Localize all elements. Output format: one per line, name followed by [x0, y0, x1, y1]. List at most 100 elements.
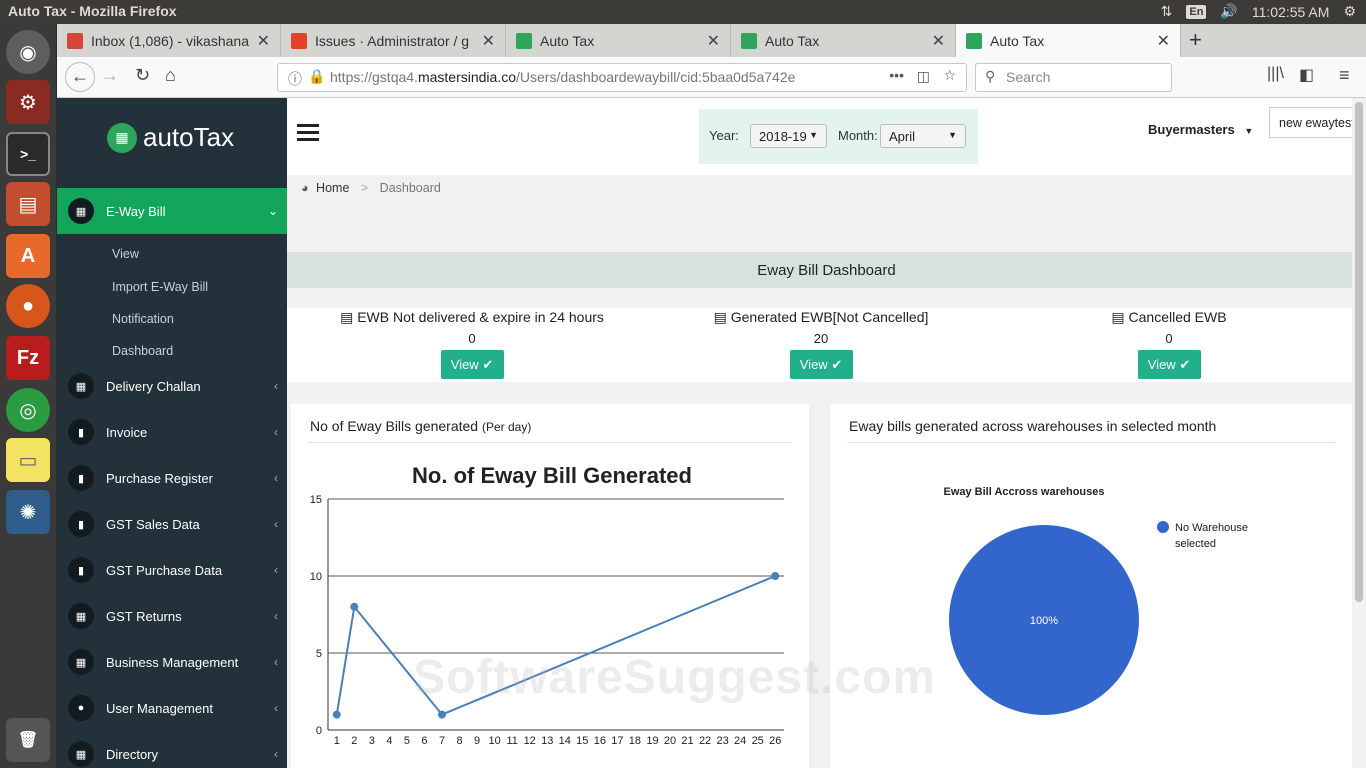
- clock[interactable]: 11:02:55 AM: [1252, 4, 1330, 20]
- sidebar-item-e-way-bill[interactable]: ▦ E-Way Bill ⌄: [57, 188, 287, 234]
- pocket-icon[interactable]: ◫: [916, 68, 930, 85]
- tab-autotax-1[interactable]: Auto Tax ✕: [506, 24, 731, 57]
- back-arrow-icon[interactable]: ←: [65, 62, 95, 92]
- chevron-left-icon: ‹: [274, 379, 278, 393]
- sticky-notes-icon[interactable]: ▭: [6, 438, 50, 482]
- sidebar-item-invoice[interactable]: ▮ Invoice ‹: [57, 409, 287, 455]
- close-tab-icon[interactable]: ✕: [1157, 31, 1170, 51]
- calendar-icon: ▦: [68, 741, 94, 767]
- sidebar-item-gst-sales-data[interactable]: ▮ GST Sales Data ‹: [57, 501, 287, 547]
- hamburger-menu-icon[interactable]: ≡: [1339, 65, 1350, 86]
- tab-gitlab[interactable]: Issues · Administrator / g ✕: [281, 24, 506, 57]
- search-placeholder: Search: [1006, 69, 1051, 85]
- x-tick-label: 9: [474, 735, 480, 747]
- sidebar-subitem-import-e-way-bill[interactable]: Import E-Way Bill: [112, 280, 208, 294]
- firefox-icon[interactable]: ●: [6, 284, 50, 328]
- bookmark-star-icon[interactable]: ☆: [943, 67, 956, 84]
- sidebar-item-purchase-register[interactable]: ▮ Purchase Register ‹: [57, 455, 287, 501]
- file-manager-icon[interactable]: ▤: [6, 182, 50, 226]
- app-header: Year: 2018-19 ▼ Month: April ▼ Buyermast…: [287, 98, 1366, 175]
- user-menu[interactable]: Buyermasters ▼: [1148, 122, 1253, 137]
- scrollbar-thumb[interactable]: [1355, 102, 1363, 602]
- tab-autotax-2[interactable]: Auto Tax ✕: [731, 24, 956, 57]
- url-bar[interactable]: ⓘ 🔒 https://gstqa4.mastersindia.co/Users…: [277, 63, 967, 92]
- year-select[interactable]: 2018-19 ▼: [750, 124, 827, 148]
- breadcrumb-home[interactable]: Home: [316, 181, 349, 195]
- sidebar-subitem-view[interactable]: View: [112, 247, 139, 261]
- library-icon[interactable]: |||\: [1267, 65, 1284, 83]
- software-center-icon[interactable]: A: [6, 234, 50, 278]
- sidebar-item-gst-purchase-data[interactable]: ▮ GST Purchase Data ‹: [57, 547, 287, 593]
- window-title: Auto Tax - Mozilla Firefox: [8, 3, 177, 19]
- lock-icon: 🔒: [308, 68, 326, 84]
- sidebar-subitem-notification[interactable]: Notification: [112, 312, 174, 326]
- sidebar-item-label: GST Returns: [106, 608, 182, 624]
- page-scrollbar[interactable]: [1352, 98, 1366, 768]
- autotax-favicon: [966, 32, 982, 49]
- forward-arrow-icon[interactable]: →: [101, 65, 119, 86]
- stat-value: 0: [1165, 331, 1173, 346]
- month-label: Month:: [838, 128, 878, 143]
- pie-title: Eway Bill Accross warehouses: [944, 486, 1105, 498]
- chrome-icon[interactable]: ◎: [6, 388, 50, 432]
- x-tick-label: 7: [439, 735, 445, 747]
- book-icon: ▤: [340, 309, 358, 325]
- data-point: [771, 572, 780, 580]
- search-input[interactable]: ⚲ Search: [975, 63, 1172, 92]
- url-path: /Users/dashboardewaybill/cid:5baa0d5a742…: [516, 69, 796, 85]
- autotax-logo[interactable]: ▦ autoTax: [107, 122, 234, 153]
- panel-title: No of Eway Bills generated (Per day): [310, 418, 531, 434]
- tab-gmail[interactable]: Inbox (1,086) - vikashana ✕: [57, 24, 281, 57]
- ubuntu-dash-icon[interactable]: ◉: [6, 30, 50, 74]
- view-button[interactable]: View ✔: [440, 350, 504, 379]
- breadcrumb-current: Dashboard: [379, 181, 441, 195]
- site-info-icon[interactable]: ⓘ: [288, 69, 302, 89]
- system-settings-icon[interactable]: ⚙: [6, 80, 50, 124]
- user-name: Buyermasters: [1148, 122, 1235, 137]
- sidebar-item-user-management[interactable]: ● User Management ‹: [57, 685, 287, 731]
- sidebar-item-delivery-challan[interactable]: ▦ Delivery Challan ‹: [57, 363, 287, 409]
- period-filter: Year: 2018-19 ▼ Month: April ▼: [699, 109, 978, 164]
- page-actions-icon[interactable]: •••: [889, 67, 904, 83]
- x-tick-label: 10: [488, 735, 500, 747]
- new-tab-plus-icon[interactable]: +: [1189, 27, 1202, 53]
- sidebar-item-label: Delivery Challan: [106, 378, 201, 394]
- close-tab-icon[interactable]: ✕: [257, 31, 270, 51]
- reload-icon[interactable]: ↻: [135, 65, 150, 86]
- volume-icon[interactable]: 🔊: [1220, 3, 1237, 20]
- network-icon[interactable]: ⇅: [1161, 3, 1173, 20]
- settings-gear-icon[interactable]: ⚙: [1343, 3, 1356, 20]
- x-tick-label: 1: [334, 735, 340, 747]
- sidebar-item-gst-returns[interactable]: ▦ GST Returns ‹: [57, 593, 287, 639]
- check-icon: ✔: [1179, 357, 1191, 372]
- sidebar-subitem-dashboard[interactable]: Dashboard: [112, 344, 173, 358]
- blender-icon[interactable]: ✺: [6, 490, 50, 534]
- logo-text: autoTax: [143, 122, 235, 152]
- data-point: [350, 602, 359, 611]
- view-button[interactable]: View ✔: [789, 350, 853, 379]
- month-value: April: [889, 129, 916, 144]
- dropdown-caret-icon: ▼: [809, 130, 818, 140]
- panel-title-suffix: (Per day): [481, 420, 532, 434]
- tab-autotax-active[interactable]: Auto Tax ✕: [956, 24, 1181, 57]
- close-tab-icon[interactable]: ✕: [932, 31, 945, 51]
- chevron-left-icon: ‹: [274, 701, 278, 715]
- close-tab-icon[interactable]: ✕: [482, 31, 495, 51]
- filezilla-icon[interactable]: Fz: [6, 336, 50, 380]
- sidebar-item-directory[interactable]: ▦ Directory ‹: [57, 731, 287, 768]
- series-line: [335, 575, 776, 716]
- book-icon: ▮: [68, 511, 94, 537]
- terminal-icon[interactable]: >_: [6, 132, 50, 176]
- close-tab-icon[interactable]: ✕: [707, 31, 720, 51]
- home-icon[interactable]: ⌂: [165, 65, 176, 86]
- divider: [847, 442, 1335, 443]
- keyboard-layout-indicator[interactable]: En: [1186, 4, 1207, 19]
- view-button[interactable]: View ✔: [1137, 350, 1201, 379]
- x-tick-label: 17: [611, 735, 623, 747]
- sidebar-item-business-management[interactable]: ▦ Business Management ‹: [57, 639, 287, 685]
- hamburger-toggle-icon[interactable]: [297, 124, 319, 145]
- month-select[interactable]: April ▼: [880, 124, 966, 148]
- trash-icon[interactable]: 🗑: [6, 718, 50, 762]
- sidebar-toggle-icon[interactable]: ◧: [1299, 65, 1314, 85]
- year-value: 2018-19: [759, 129, 807, 144]
